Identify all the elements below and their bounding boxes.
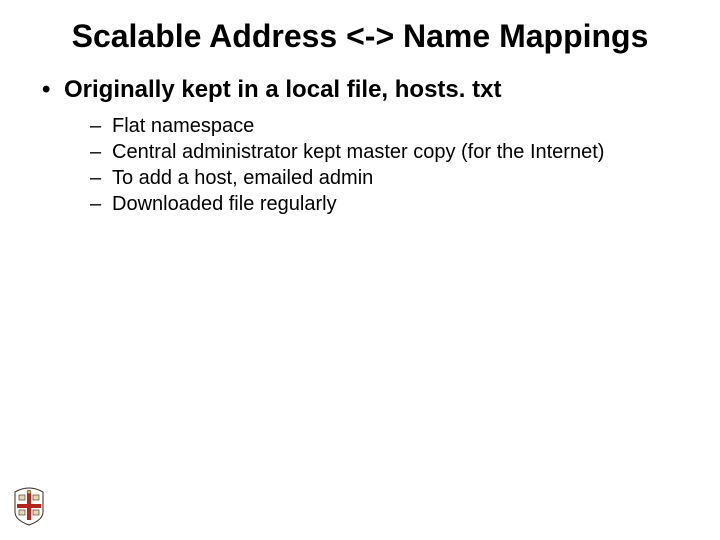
sub-text: Central administrator kept master copy (…: [112, 141, 604, 163]
sub-item: Flat namespace: [90, 113, 690, 139]
bullet-item: Originally kept in a local file, hosts. …: [36, 75, 690, 217]
sub-list: Flat namespace Central administrator kep…: [64, 113, 690, 217]
sub-text: Flat namespace: [112, 115, 254, 137]
sub-text: To add a host, emailed admin: [112, 167, 373, 189]
brown-university-logo-icon: [14, 486, 44, 526]
sub-item: To add a host, emailed admin: [90, 165, 690, 191]
sub-item: Central administrator kept master copy (…: [90, 139, 690, 165]
slide-title: Scalable Address <-> Name Mappings: [30, 18, 690, 55]
bullet-text: Originally kept in a local file, hosts. …: [64, 76, 501, 103]
bullet-list: Originally kept in a local file, hosts. …: [30, 75, 690, 217]
sub-item: Downloaded file regularly: [90, 191, 690, 217]
sub-text: Downloaded file regularly: [112, 193, 337, 215]
slide: Scalable Address <-> Name Mappings Origi…: [0, 0, 720, 540]
